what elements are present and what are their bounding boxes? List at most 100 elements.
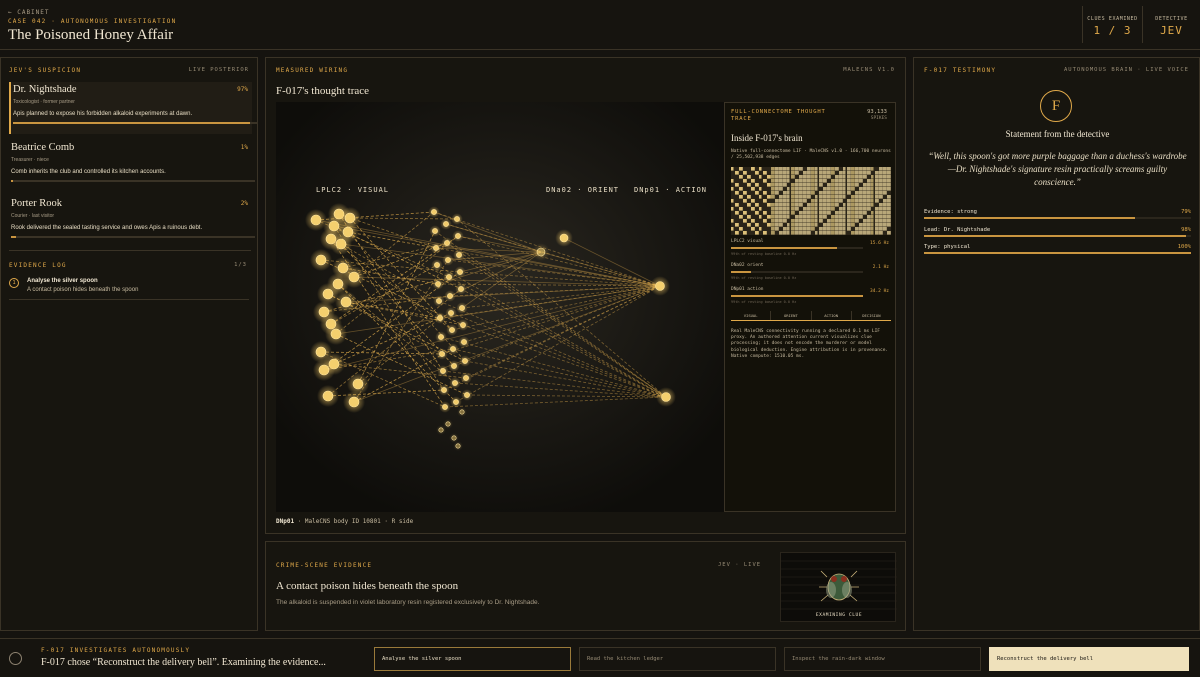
- inactive-neuron-node[interactable]: [451, 435, 457, 441]
- orient-neuron-node[interactable]: [462, 358, 468, 364]
- visual-neuron-node[interactable]: [348, 271, 360, 283]
- orient-neuron-node[interactable]: [463, 375, 469, 381]
- suspect-probability: 2%: [240, 200, 248, 207]
- action-analyse-spoon[interactable]: Analyse the silver spoon: [374, 647, 571, 671]
- page-title: The Poisoned Honey Affair: [8, 27, 174, 43]
- orient-neuron-node[interactable]: [452, 380, 458, 386]
- action-neuron-node[interactable]: [655, 281, 665, 291]
- suspicion-mode: LIVE POSTERIOR: [188, 67, 249, 73]
- orient-neuron-node[interactable]: [446, 274, 452, 280]
- suspect-bar: [11, 180, 255, 182]
- visual-neuron-node[interactable]: [322, 390, 334, 402]
- column-label-visual: LPLC2 · VISUAL: [316, 186, 389, 194]
- tab-visual[interactable]: VISUAL: [731, 311, 772, 320]
- orient-neuron-node[interactable]: [459, 305, 465, 311]
- stat-bar: [924, 252, 1191, 254]
- suspect-card-rook[interactable]: Porter Rook Courier · last visitor 2% Ro…: [9, 196, 255, 248]
- orient-neuron-node[interactable]: [464, 392, 470, 398]
- orient-neuron-node[interactable]: [447, 293, 453, 299]
- back-link[interactable]: ← CABINET: [8, 9, 50, 16]
- suspect-card-nightshade[interactable]: Dr. Nightshade Toxicologist · former par…: [9, 82, 257, 134]
- tab-orient[interactable]: ORIENT: [771, 311, 812, 320]
- orient-neuron-node[interactable]: [444, 240, 450, 246]
- wiring-panel: MEASURED WIRING MALECNS V1.0 F-017's tho…: [265, 57, 906, 534]
- orient-neuron-node[interactable]: [443, 221, 449, 227]
- tab-action[interactable]: ACTION: [812, 311, 852, 320]
- visual-neuron-node[interactable]: [322, 288, 334, 300]
- orient-neuron-node[interactable]: [461, 339, 467, 345]
- suspect-card-comb[interactable]: Beatrice Comb Treasurer · niece 1% Comb …: [9, 140, 255, 192]
- orient-neuron-node[interactable]: [437, 315, 443, 321]
- orient-neuron-node[interactable]: [457, 269, 463, 275]
- trace-description: Native full-connectome LIF · MaleCNS v1.…: [731, 149, 891, 160]
- action-reconstruct-bell[interactable]: Reconstruct the delivery bell: [989, 647, 1189, 671]
- orient-neuron-node[interactable]: [450, 346, 456, 352]
- evidence-log-item[interactable]: 1 Analyse the silver spoon A contact poi…: [9, 276, 249, 300]
- suspect-motive: Rook delivered the sealed tasting servic…: [11, 225, 203, 231]
- action-neuron-node[interactable]: [661, 392, 671, 402]
- action-read-ledger[interactable]: Read the kitchen ledger: [579, 647, 776, 671]
- inactive-neuron-node[interactable]: [445, 421, 451, 427]
- selected-neuron-detail: · MaleCNS body ID 10801 · R side: [294, 518, 414, 525]
- orient-neuron-node[interactable]: [431, 209, 437, 215]
- orient-neuron-node[interactable]: [449, 327, 455, 333]
- inactive-neuron-node[interactable]: [438, 427, 444, 433]
- suspect-role: Courier · last visitor: [11, 213, 55, 219]
- orient-neuron-node[interactable]: [445, 257, 451, 263]
- orient-hub-node[interactable]: [536, 247, 546, 257]
- suspect-name: Beatrice Comb: [11, 142, 75, 153]
- orient-neuron-node[interactable]: [456, 252, 462, 258]
- column-label-orient: DNa02 · ORIENT: [546, 186, 619, 194]
- visual-neuron-node[interactable]: [318, 364, 330, 376]
- visual-neuron-node[interactable]: [330, 328, 342, 340]
- orient-neuron-node[interactable]: [435, 281, 441, 287]
- orient-neuron-node[interactable]: [448, 310, 454, 316]
- orient-hub-node[interactable]: [559, 233, 569, 243]
- trace-row-bar: [731, 271, 863, 273]
- orient-neuron-node[interactable]: [451, 363, 457, 369]
- orient-neuron-node[interactable]: [432, 228, 438, 234]
- statement-quote: “Well, this spoon's got more purple bagg…: [928, 151, 1187, 187]
- orient-neuron-node[interactable]: [433, 245, 439, 251]
- orient-neuron-node[interactable]: [434, 262, 440, 268]
- visual-neuron-node[interactable]: [310, 214, 322, 226]
- evidence-subtitle: A contact poison hides beneath the spoon: [27, 287, 139, 293]
- action-inspect-window[interactable]: Inspect the rain-dark window: [784, 647, 981, 671]
- orient-neuron-node[interactable]: [436, 298, 442, 304]
- orient-neuron-node[interactable]: [442, 404, 448, 410]
- suspect-name: Dr. Nightshade: [13, 84, 77, 95]
- orient-neuron-node[interactable]: [441, 387, 447, 393]
- visual-neuron-node[interactable]: [352, 378, 364, 390]
- visual-neuron-node[interactable]: [315, 254, 327, 266]
- suspect-probability: 97%: [237, 86, 248, 93]
- inactive-neuron-node[interactable]: [459, 409, 465, 415]
- statement-heading: Statement from the detective: [1005, 129, 1110, 139]
- trace-label: FULL-CONNECTOME THOUGHT TRACE: [731, 109, 826, 122]
- trace-row-orient: DNa02 orient 2.1 Hz 99th of resting base…: [725, 263, 897, 281]
- visual-neuron-node[interactable]: [315, 346, 327, 358]
- status-ring-icon: [9, 652, 22, 665]
- detective-label: DETECTIVE: [1155, 16, 1188, 22]
- visual-neuron-node[interactable]: [340, 296, 352, 308]
- orient-neuron-node[interactable]: [439, 351, 445, 357]
- visual-neuron-node[interactable]: [335, 238, 347, 250]
- suspect-role: Treasurer · niece: [11, 157, 49, 163]
- trace-row-action: DNp01 action 34.2 Hz 99th of resting bas…: [725, 287, 897, 305]
- testimony-label: F-017 TESTIMONY: [924, 67, 997, 74]
- visual-neuron-node[interactable]: [348, 396, 360, 408]
- tab-decision[interactable]: DECISION: [852, 311, 891, 320]
- orient-neuron-node[interactable]: [454, 216, 460, 222]
- inactive-neuron-node[interactable]: [455, 443, 461, 449]
- trace-row-baseline: 99th of resting baseline 0.0 Hz: [731, 276, 797, 280]
- connectome-graph[interactable]: LPLC2 · VISUAL DNa02 · ORIENT DNp01 · AC…: [276, 102, 724, 512]
- orient-neuron-node[interactable]: [453, 399, 459, 405]
- orient-neuron-node[interactable]: [440, 368, 446, 374]
- orient-neuron-node[interactable]: [438, 334, 444, 340]
- trace-note: Real MaleCNS connectivity running a decl…: [731, 329, 889, 359]
- orient-neuron-node[interactable]: [460, 322, 466, 328]
- orient-neuron-node[interactable]: [455, 233, 461, 239]
- orient-neuron-node[interactable]: [458, 286, 464, 292]
- trace-row-baseline: 99th of resting baseline 0.0 Hz: [731, 252, 797, 256]
- stat-value: 79%: [1181, 209, 1191, 215]
- stat-type: Type: physical 100%: [924, 244, 1191, 258]
